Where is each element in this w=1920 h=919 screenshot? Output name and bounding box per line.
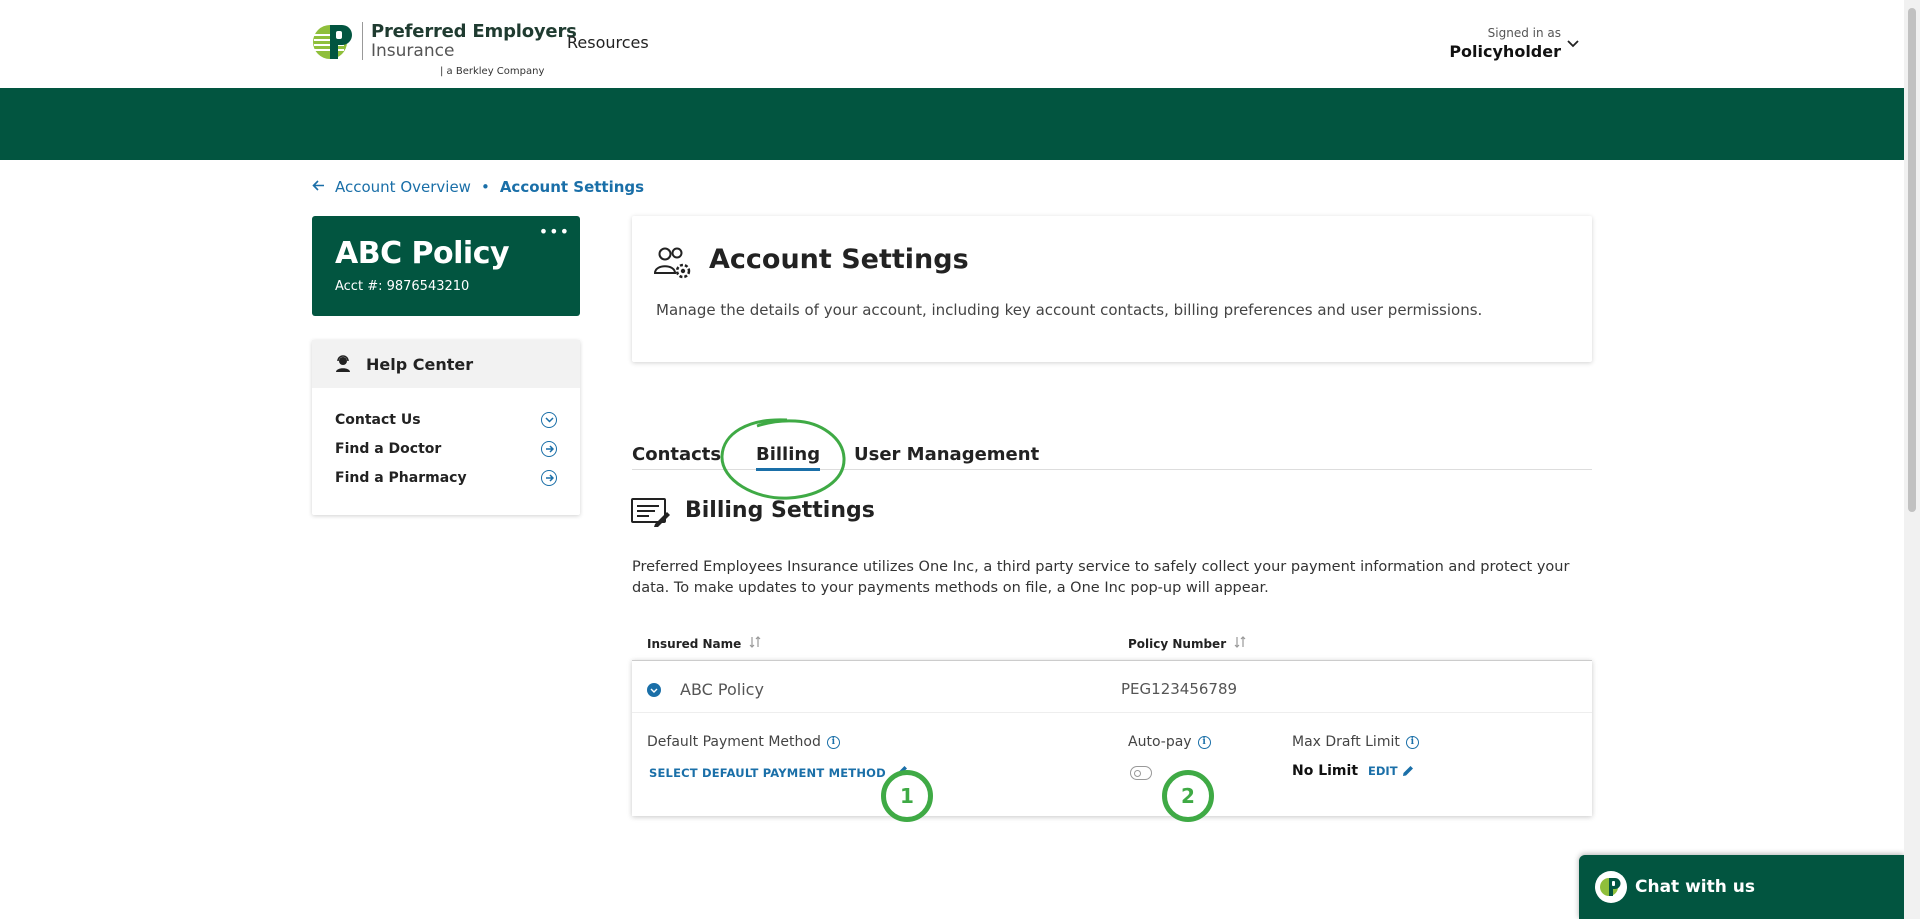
tab-user-management[interactable]: User Management [854, 444, 1039, 465]
edit-label: EDIT [1368, 764, 1398, 778]
column-header-label: Insured Name [647, 636, 742, 651]
tab-contacts[interactable]: Contacts [632, 444, 721, 465]
top-header: Preferred Employers Insurance | a Berkle… [0, 0, 1904, 88]
toggle-knob [1134, 769, 1141, 777]
page-scrollbar[interactable] [1904, 0, 1920, 919]
breadcrumb: Account Overview • Account Settings [312, 178, 644, 196]
page: Preferred Employers Insurance | a Berkle… [0, 0, 1920, 919]
chevron-down-icon[interactable] [1567, 36, 1579, 52]
help-item-label: Contact Us [335, 412, 421, 428]
signed-in-label: Signed in as [1487, 26, 1561, 40]
default-payment-label: Default Payment Method i [647, 734, 840, 750]
policy-card: ABC Policy Acct #: 9876543210 ••• [312, 216, 580, 316]
billing-settings-title: Billing Settings [685, 498, 875, 523]
insured-name-cell: ABC Policy [680, 680, 764, 699]
edit-max-draft-button[interactable]: EDIT [1368, 764, 1414, 778]
info-icon[interactable]: i [1197, 735, 1211, 749]
sort-icon[interactable] [1234, 636, 1246, 651]
max-draft-value: No Limit EDIT [1292, 763, 1414, 779]
column-header-insured-name[interactable]: Insured Name [647, 636, 761, 651]
support-agent-icon [334, 355, 352, 373]
account-menu[interactable]: Signed in as Policyholder [1449, 26, 1561, 61]
chat-logo-icon [1595, 871, 1627, 903]
breadcrumb-current: Account Settings [499, 178, 645, 196]
policy-account-number: Acct #: 9876543210 [335, 279, 470, 294]
breadcrumb-separator: • [480, 178, 490, 196]
signed-in-user: Policyholder [1449, 42, 1561, 61]
help-center-panel: Help Center Contact Us Find a Doctor Fin… [312, 340, 580, 515]
brand-logo[interactable]: Preferred Employers Insurance [312, 22, 577, 62]
max-draft-value-text: No Limit [1292, 763, 1359, 779]
account-settings-title: Account Settings [709, 244, 969, 275]
breadcrumb-account-overview[interactable]: Account Overview [335, 178, 471, 196]
max-draft-label-text: Max Draft Limit [1292, 734, 1400, 750]
chat-button[interactable]: Chat with us [1579, 855, 1904, 919]
brand-tagline: | a Berkley Company [440, 66, 545, 77]
more-options-icon[interactable]: ••• [539, 222, 570, 241]
logo-mark-icon [312, 22, 354, 62]
annotation-circle [720, 418, 846, 500]
users-settings-icon [653, 246, 692, 280]
expand-chevron-icon[interactable] [647, 683, 661, 697]
account-settings-card: Account Settings Manage the details of y… [632, 216, 1592, 362]
help-item-find-a-doctor[interactable]: Find a Doctor [335, 441, 557, 457]
autopay-label: Auto-pay i [1128, 734, 1211, 750]
hero-banner [0, 88, 1904, 160]
help-item-label: Find a Pharmacy [335, 470, 467, 486]
scrollbar-thumb[interactable] [1908, 8, 1916, 512]
column-header-label: Policy Number [1128, 636, 1227, 651]
annotation-marker-1: 1 [881, 770, 933, 822]
info-icon[interactable]: i [1405, 735, 1419, 749]
account-settings-description: Manage the details of your account, incl… [656, 301, 1483, 319]
help-item-label: Find a Doctor [335, 441, 442, 457]
select-default-payment-label: SELECT DEFAULT PAYMENT METHOD [649, 766, 886, 780]
logo-wordmark: Preferred Employers Insurance [362, 22, 577, 60]
autopay-toggle[interactable] [1130, 766, 1152, 780]
brand-sub: Insurance [371, 41, 455, 61]
policy-title: ABC Policy [335, 236, 510, 271]
select-default-payment-button[interactable]: SELECT DEFAULT PAYMENT METHOD [649, 765, 908, 781]
help-item-contact-us[interactable]: Contact Us [335, 412, 557, 428]
chevron-down-circle-icon [541, 412, 557, 428]
nav-resources-link[interactable]: Resources [567, 33, 649, 52]
pencil-icon [1402, 766, 1413, 776]
policy-number-cell: PEG123456789 [1121, 680, 1238, 698]
brand-name: Preferred Employers [371, 21, 577, 42]
billing-table: ABC Policy PEG123456789 Default Payment … [632, 660, 1592, 816]
sort-icon[interactable] [749, 636, 761, 651]
annotation-marker-2: 2 [1162, 770, 1214, 822]
arrow-left-icon[interactable] [312, 179, 325, 195]
arrow-right-circle-icon [541, 441, 557, 457]
help-center-header: Help Center [312, 340, 580, 388]
billing-description: Preferred Employees Insurance utilizes O… [632, 559, 1570, 596]
info-icon[interactable]: i [826, 735, 840, 749]
help-center-title: Help Center [366, 354, 474, 374]
chat-label: Chat with us [1635, 877, 1755, 897]
help-item-find-a-pharmacy[interactable]: Find a Pharmacy [335, 470, 557, 486]
column-header-policy-number[interactable]: Policy Number [1128, 636, 1246, 651]
default-payment-label-text: Default Payment Method [647, 734, 821, 750]
table-row[interactable]: ABC Policy PEG123456789 [632, 661, 1592, 713]
arrow-right-circle-icon [541, 470, 557, 486]
max-draft-label: Max Draft Limit i [1292, 734, 1419, 750]
edit-document-icon [631, 497, 671, 527]
autopay-label-text: Auto-pay [1128, 734, 1192, 750]
